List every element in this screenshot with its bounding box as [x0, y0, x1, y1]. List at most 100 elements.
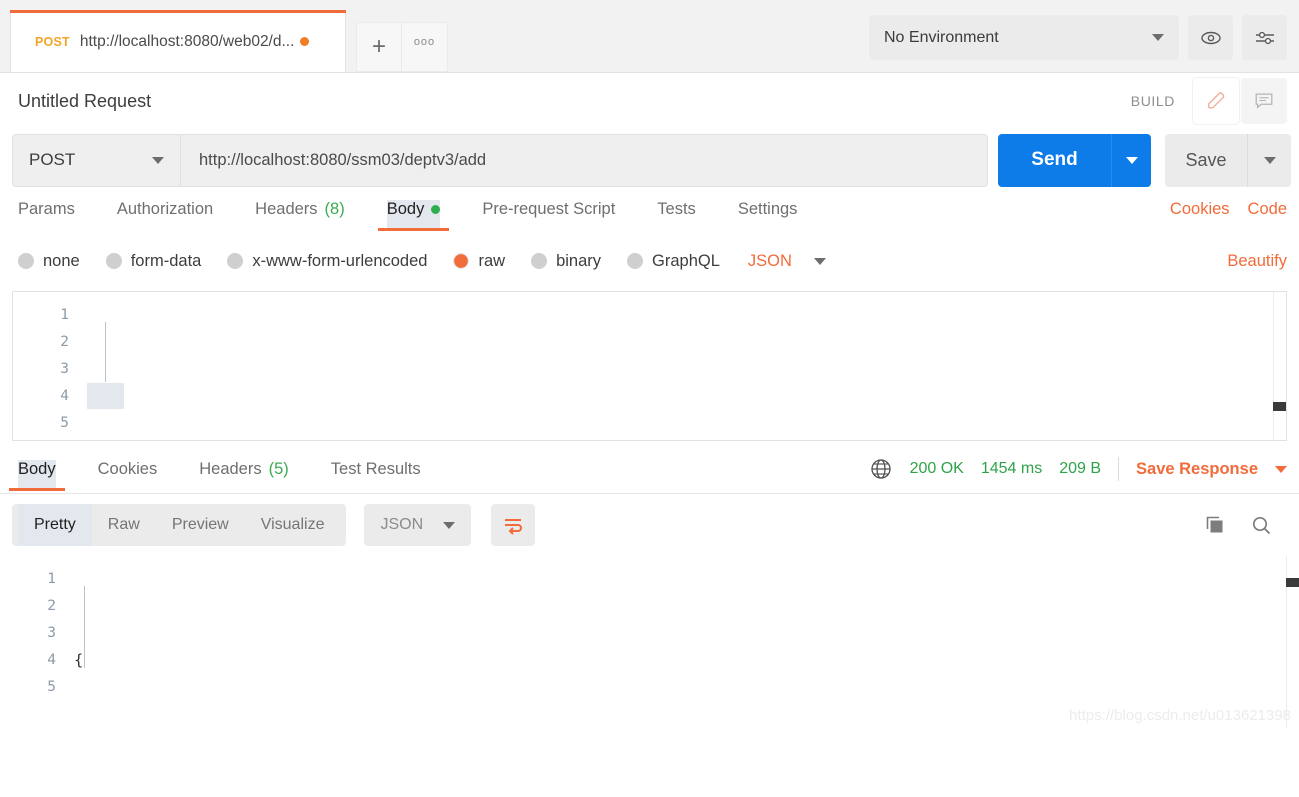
send-options-button[interactable]: [1111, 133, 1151, 187]
chevron-down-icon: [813, 257, 826, 265]
response-format-label: JSON: [380, 516, 424, 533]
chevron-down-icon[interactable]: [1275, 465, 1287, 473]
http-method-label: POST: [29, 150, 76, 169]
save-response-button[interactable]: Save Response: [1136, 460, 1258, 479]
response-status-bar: 200 OK 1454 ms 209 B Save Response: [869, 457, 1287, 493]
line-number: 3: [60, 361, 69, 377]
request-tab-bar: POST http://localhost:8080/web02/d... + …: [0, 0, 1299, 73]
tab-label: Params: [18, 199, 75, 218]
request-body-code[interactable]: { "did": 0, "dname": "鼓励师" }: [87, 292, 1286, 440]
url-bar: POST http://localhost:8080/ssm03/deptv3/…: [0, 129, 1299, 191]
request-tab[interactable]: POST http://localhost:8080/web02/d...: [10, 10, 346, 72]
tab-pre-request-script[interactable]: Pre-request Script: [482, 200, 615, 231]
tab-tests[interactable]: Tests: [657, 200, 696, 231]
response-format-selector[interactable]: JSON: [364, 504, 472, 546]
response-tab-headers[interactable]: Headers (5): [199, 460, 289, 491]
response-body-code[interactable]: { "code": 200, "msg": "添加成功", "data": nu…: [74, 556, 1299, 728]
tab-method-label: POST: [35, 34, 70, 49]
view-preview[interactable]: Preview: [156, 504, 245, 546]
body-type-binary[interactable]: binary: [531, 252, 601, 271]
comment-icon: [1255, 93, 1273, 109]
request-header: Untitled Request BUILD: [0, 73, 1299, 129]
body-type-label: none: [43, 251, 80, 270]
tab-authorization[interactable]: Authorization: [117, 200, 213, 231]
beautify-link[interactable]: Beautify: [1227, 252, 1287, 271]
tab-headers[interactable]: Headers (8): [255, 200, 345, 231]
code-line: {: [74, 647, 1299, 674]
request-body-editor[interactable]: 1 2 3 4 5 { "did": 0, "dname": "鼓励师" }: [12, 291, 1287, 441]
response-body-gutter: 1 2 3 4 5: [0, 556, 74, 728]
save-button[interactable]: Save: [1165, 133, 1247, 187]
response-view-switcher: Pretty Raw Preview Visualize: [12, 504, 347, 546]
body-type-row: none form-data x-www-form-urlencoded raw…: [0, 239, 1299, 283]
view-raw[interactable]: Raw: [92, 504, 156, 546]
tab-body[interactable]: Body: [377, 199, 449, 231]
tab-label: Headers: [199, 459, 262, 478]
radio-icon: [531, 253, 548, 269]
environment-selector[interactable]: No Environment: [869, 15, 1179, 60]
response-body-scrollbar[interactable]: [1286, 556, 1299, 728]
line-number: 2: [60, 334, 69, 350]
http-method-selector[interactable]: POST: [12, 133, 180, 187]
environment-area: No Environment: [869, 15, 1299, 72]
chevron-down-icon: [1152, 34, 1164, 41]
body-type-label: GraphQL: [652, 251, 720, 270]
tab-label: Cookies: [97, 459, 158, 478]
divider: [1118, 457, 1120, 481]
radio-icon: [227, 253, 244, 269]
scrollbar-thumb[interactable]: [1273, 402, 1286, 411]
word-wrap-button[interactable]: [491, 504, 536, 546]
code-link[interactable]: Code: [1248, 200, 1287, 219]
body-type-raw[interactable]: raw: [453, 252, 505, 271]
tab-params[interactable]: Params: [18, 200, 75, 231]
body-type-urlencoded[interactable]: x-www-form-urlencoded: [227, 252, 427, 271]
tab-options-button[interactable]: ooo: [402, 22, 448, 72]
response-tab-test-results[interactable]: Test Results: [331, 460, 421, 491]
environment-quick-look-button[interactable]: [1188, 15, 1233, 60]
radio-icon: [627, 253, 644, 269]
tab-url-label: http://localhost:8080/web02/d...: [79, 32, 295, 50]
body-type-graphql[interactable]: GraphQL: [627, 252, 720, 271]
tab-count-badge: (8): [324, 199, 345, 218]
chevron-down-icon: [1125, 156, 1138, 164]
response-tab-body[interactable]: Body: [9, 459, 65, 491]
comments-button[interactable]: [1241, 78, 1287, 124]
environment-settings-button[interactable]: [1242, 15, 1287, 60]
globe-icon[interactable]: [869, 457, 893, 481]
edit-request-button[interactable]: [1193, 78, 1239, 124]
tab-label: Settings: [737, 199, 798, 218]
code-line: [87, 383, 1286, 410]
chevron-down-icon: [152, 156, 164, 164]
request-links: Cookies Code: [1170, 200, 1287, 231]
request-body-scrollbar[interactable]: [1273, 292, 1286, 440]
scrollbar-thumb[interactable]: [1286, 578, 1299, 587]
response-status-code: 200 OK: [909, 460, 964, 477]
body-type-none[interactable]: none: [18, 252, 80, 271]
tab-settings[interactable]: Settings: [738, 200, 798, 231]
body-format-selector[interactable]: JSON: [748, 252, 826, 271]
page-title: Untitled Request: [18, 90, 152, 111]
save-options-button[interactable]: [1247, 133, 1291, 187]
tab-label: Headers: [255, 199, 318, 218]
watermark: https://blog.csdn.net/u013621398: [1069, 707, 1291, 724]
request-section-tabs: Params Authorization Headers (8) Body Pr…: [0, 191, 1299, 239]
body-type-form-data[interactable]: form-data: [105, 252, 201, 271]
chevron-down-icon: [443, 521, 456, 529]
send-button-group: Send: [998, 133, 1151, 187]
body-present-dot-icon: [431, 204, 441, 214]
new-tab-button[interactable]: +: [356, 22, 402, 72]
request-header-actions: BUILD: [1131, 78, 1287, 124]
response-time: 1454 ms: [980, 460, 1043, 477]
url-input[interactable]: http://localhost:8080/ssm03/deptv3/add: [180, 133, 988, 187]
response-body-viewer[interactable]: 1 2 3 4 5 { "code": 200, "msg": "添加成功", …: [0, 556, 1299, 728]
copy-icon[interactable]: [1203, 513, 1227, 537]
cookies-link[interactable]: Cookies: [1170, 200, 1230, 219]
view-pretty[interactable]: Pretty: [18, 504, 92, 546]
unsaved-changes-dot-icon: [300, 37, 310, 46]
response-size: 209 B: [1059, 460, 1102, 477]
response-tab-cookies[interactable]: Cookies: [98, 460, 158, 491]
search-icon[interactable]: [1249, 513, 1273, 537]
send-button[interactable]: Send: [998, 133, 1111, 187]
line-number: 5: [47, 679, 56, 695]
view-visualize[interactable]: Visualize: [245, 504, 341, 546]
